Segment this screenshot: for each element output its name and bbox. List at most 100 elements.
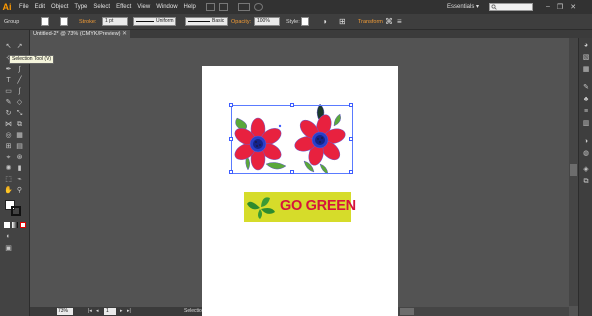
paintbrush-tool-icon[interactable]: ʃ bbox=[15, 88, 24, 96]
minimize-icon[interactable]: – bbox=[546, 3, 550, 11]
resize-handle-ne[interactable] bbox=[349, 103, 353, 107]
artboards-panel-icon[interactable]: ⧉ bbox=[582, 178, 590, 186]
gradient-button[interactable] bbox=[12, 222, 18, 228]
selection-tool-icon[interactable]: ↖ bbox=[4, 43, 13, 51]
free-transform-tool-icon[interactable]: ⧉ bbox=[15, 121, 24, 129]
menu-type[interactable]: Type bbox=[74, 4, 87, 10]
swatches-panel-icon[interactable]: ▦ bbox=[582, 66, 590, 74]
isolate-group-icon[interactable]: ⌘ bbox=[385, 17, 393, 26]
resize-handle-w[interactable] bbox=[229, 137, 233, 141]
menu-edit[interactable]: Edit bbox=[35, 4, 45, 10]
zoom-field[interactable]: 73% bbox=[57, 308, 73, 315]
document-tab-title: Untitled-2* @ 73% (CMYK/Preview) bbox=[33, 31, 121, 37]
zoom-tool-icon[interactable]: ⚲ bbox=[15, 187, 24, 195]
transparency-panel-icon[interactable]: ◑ bbox=[582, 138, 590, 146]
stroke-color-swatch[interactable] bbox=[11, 206, 21, 216]
stroke-label[interactable]: Stroke: bbox=[79, 19, 96, 25]
first-artboard-icon[interactable]: |◂ bbox=[88, 308, 92, 315]
menu-window[interactable]: Window bbox=[156, 4, 177, 10]
arrange-documents-icon[interactable] bbox=[237, 3, 250, 11]
color-panel-icon[interactable]: ◕ bbox=[582, 42, 590, 50]
recolor-artwork-icon[interactable]: ◑ bbox=[322, 17, 327, 26]
perspective-grid-tool-icon[interactable]: ▦ bbox=[15, 132, 24, 140]
stroke-panel-icon[interactable]: ≡ bbox=[582, 108, 590, 116]
vertical-scrollbar[interactable] bbox=[569, 38, 578, 306]
mesh-tool-icon[interactable]: ⊞ bbox=[4, 143, 13, 151]
line-tool-icon[interactable]: ╱ bbox=[15, 77, 24, 85]
stroke-weight-field[interactable]: 1 pt bbox=[102, 17, 128, 26]
resize-handle-n[interactable] bbox=[290, 103, 294, 107]
stroke-swatch[interactable] bbox=[60, 17, 68, 26]
none-button[interactable] bbox=[20, 222, 26, 228]
direct-selection-tool-icon[interactable]: ↗ bbox=[15, 43, 24, 51]
menu-view[interactable]: View bbox=[137, 4, 150, 10]
magnifier-icon bbox=[491, 4, 497, 10]
vertical-scroll-thumb[interactable] bbox=[570, 164, 577, 176]
symbol-sprayer-tool-icon[interactable]: ✺ bbox=[4, 165, 13, 173]
tools-panel: ↖ ↗ ✧ ᘓ ✒ ∫ T ╱ ▭ ʃ ✎ ◇ ↻ ⤡ ⋈ ⧉ ◎ ▦ ⊞ ▤ … bbox=[0, 30, 30, 316]
variable-width-profile[interactable]: Uniform bbox=[133, 17, 176, 26]
brush-definition[interactable]: Basic bbox=[185, 17, 228, 26]
opacity-field[interactable]: 100% bbox=[254, 17, 280, 26]
layers-panel-icon[interactable]: ◈ bbox=[582, 166, 590, 174]
eyedropper-tool-icon[interactable]: ⌖ bbox=[4, 154, 13, 162]
hand-tool-icon[interactable]: ✋ bbox=[4, 187, 13, 195]
last-artboard-icon[interactable]: ▸| bbox=[127, 308, 131, 315]
resize-handle-s[interactable] bbox=[290, 170, 294, 174]
color-guide-icon[interactable]: ▧ bbox=[582, 54, 590, 62]
type-tool-icon[interactable]: T bbox=[4, 77, 13, 85]
resize-handle-e[interactable] bbox=[349, 137, 353, 141]
rotate-tool-icon[interactable]: ↻ bbox=[4, 110, 13, 118]
curvature-tool-icon[interactable]: ∫ bbox=[15, 66, 24, 74]
fill-stroke-widget[interactable] bbox=[5, 200, 23, 218]
transform-label[interactable]: Transform bbox=[358, 19, 383, 25]
eraser-tool-icon[interactable]: ◇ bbox=[15, 99, 24, 107]
artboard-number-field[interactable]: 1 bbox=[104, 308, 116, 315]
next-artboard-icon[interactable]: ▸ bbox=[120, 308, 123, 315]
opacity-label[interactable]: Opacity: bbox=[231, 19, 251, 25]
selection-bounding-box[interactable] bbox=[229, 103, 353, 174]
menu-effect[interactable]: Effect bbox=[116, 4, 131, 10]
menu-object[interactable]: Object bbox=[51, 4, 68, 10]
search-input[interactable] bbox=[489, 3, 533, 11]
column-graph-tool-icon[interactable]: ▮ bbox=[15, 165, 24, 173]
workspace-switcher[interactable]: Essentials ▾ bbox=[447, 3, 479, 10]
graphic-style-swatch[interactable] bbox=[301, 17, 309, 26]
fill-swatch[interactable] bbox=[41, 17, 49, 26]
document-tab[interactable]: Untitled-2* @ 73% (CMYK/Preview) ✕ bbox=[30, 30, 130, 38]
resize-handle-nw[interactable] bbox=[229, 103, 233, 107]
symbols-panel-icon[interactable]: ♣ bbox=[582, 96, 590, 104]
screen-mode-icon[interactable]: ▣ bbox=[4, 245, 13, 253]
horizontal-scroll-thumb[interactable] bbox=[400, 308, 414, 315]
panel-menu-icon[interactable]: ≡ bbox=[397, 17, 402, 26]
close-icon[interactable]: ✕ bbox=[570, 3, 576, 11]
color-button[interactable] bbox=[4, 222, 10, 228]
menu-select[interactable]: Select bbox=[93, 4, 110, 10]
previous-artboard-icon[interactable]: ◂ bbox=[96, 308, 99, 315]
menu-help[interactable]: Help bbox=[184, 4, 196, 10]
pen-tool-icon[interactable]: ✒ bbox=[4, 66, 13, 74]
bridge-icon[interactable] bbox=[205, 3, 215, 11]
close-tab-icon[interactable]: ✕ bbox=[122, 30, 127, 38]
width-tool-icon[interactable]: ⋈ bbox=[4, 121, 13, 129]
gradient-panel-icon[interactable]: ▥ bbox=[582, 120, 590, 128]
rectangle-tool-icon[interactable]: ▭ bbox=[4, 88, 13, 96]
stock-icon[interactable] bbox=[218, 3, 228, 11]
scale-tool-icon[interactable]: ⤡ bbox=[15, 110, 24, 118]
artboard-tool-icon[interactable]: ⬚ bbox=[4, 176, 13, 184]
shape-builder-tool-icon[interactable]: ◎ bbox=[4, 132, 13, 140]
blend-tool-icon[interactable]: ⊛ bbox=[15, 154, 24, 162]
brushes-panel-icon[interactable]: ✎ bbox=[582, 84, 590, 92]
appearance-panel-icon[interactable]: ◍ bbox=[582, 150, 590, 158]
restore-icon[interactable]: ❐ bbox=[557, 3, 563, 11]
go-green-banner[interactable]: GO GREEN bbox=[244, 192, 356, 222]
align-icon[interactable]: ⊞ bbox=[339, 17, 346, 26]
resize-handle-sw[interactable] bbox=[229, 170, 233, 174]
slice-tool-icon[interactable]: ⌁ bbox=[15, 176, 24, 184]
resize-handle-se[interactable] bbox=[349, 170, 353, 174]
gpu-performance-icon[interactable] bbox=[253, 3, 263, 11]
menu-file[interactable]: File bbox=[19, 4, 29, 10]
drawing-modes-icon[interactable]: ◐ bbox=[4, 233, 13, 241]
gradient-tool-icon[interactable]: ▤ bbox=[15, 143, 24, 151]
pencil-tool-icon[interactable]: ✎ bbox=[4, 99, 13, 107]
